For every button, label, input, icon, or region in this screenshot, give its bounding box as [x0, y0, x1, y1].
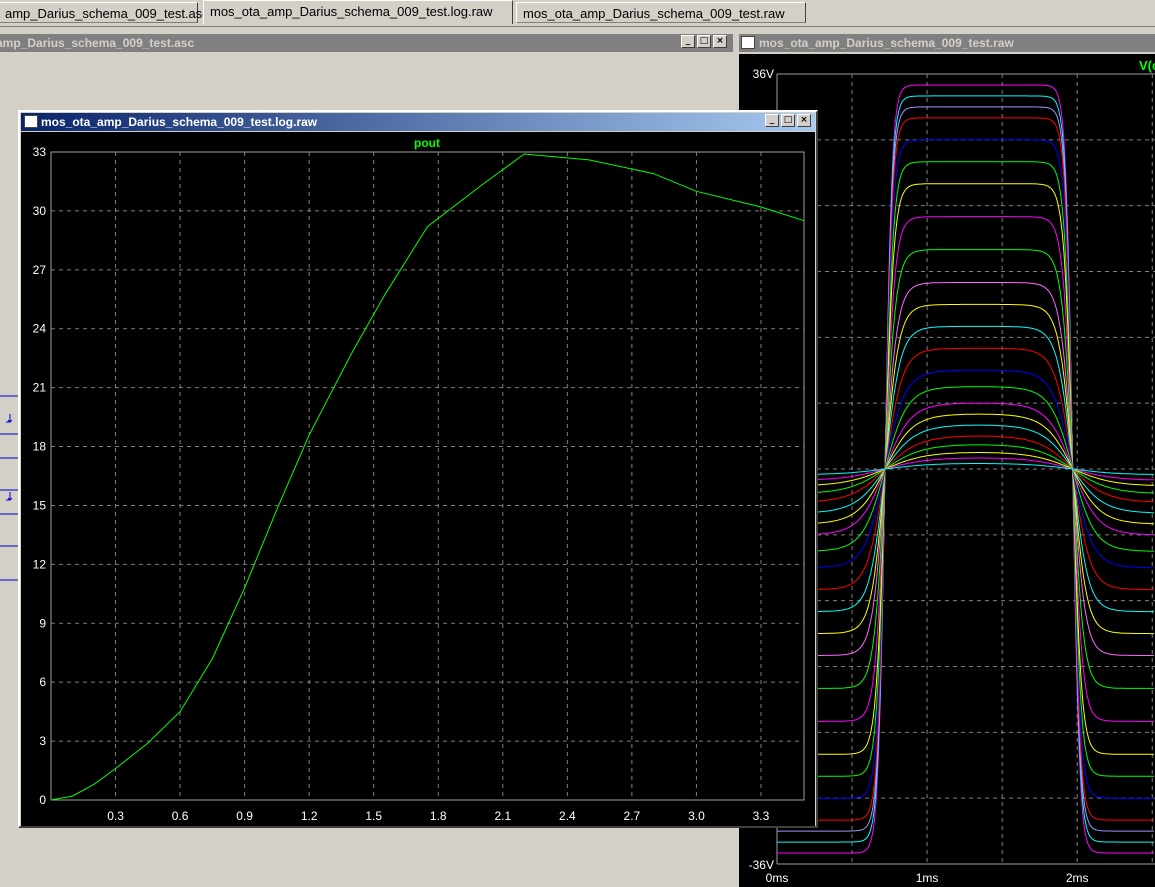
pout-xtick-label: 3.3	[753, 809, 770, 823]
close-button[interactable]: ×	[713, 35, 727, 48]
pout-trace-label: pout	[414, 136, 440, 150]
pout-plot[interactable]: 0 3 6 9 12 15 18 21 24 27 30 33 0.3 0.6 0.9 1.2 1.5 1.8 2…	[21, 132, 815, 826]
tab-schematic[interactable]: amp_Darius_schema_009_test.asc	[0, 2, 209, 23]
waveform-icon[interactable]	[24, 115, 38, 128]
pout-ytick-label: 12	[33, 557, 47, 571]
tab-raw[interactable]: mos_ota_amp_Darius_schema_009_test.raw	[516, 2, 806, 23]
transient-window-titlebar: mos_ota_amp_Darius_schema_009_test.raw	[739, 34, 1155, 52]
minimize-button[interactable]: _	[765, 114, 779, 127]
pout-xtick-label: 0.3	[107, 809, 124, 823]
pout-ytick-label: 0	[39, 793, 46, 807]
pout-ytick-label: 30	[33, 204, 47, 218]
maximize-button[interactable]: □	[781, 114, 795, 127]
pout-window-title: mos_ota_amp_Darius_schema_009_test.log.r…	[41, 115, 318, 129]
pout-ytick-label: 27	[33, 263, 47, 277]
tran-ytick-top: 36V	[753, 67, 774, 81]
pout-ytick-label: 3	[39, 734, 46, 748]
transient-window-title: mos_ota_amp_Darius_schema_009_test.raw	[759, 36, 1014, 50]
pout-window-titlebar: mos_ota_amp_Darius_schema_009_test.log.r…	[21, 113, 815, 131]
pout-xtick-label: 1.2	[301, 809, 318, 823]
tran-trace-label: V(o	[1139, 58, 1155, 73]
waveform-icon[interactable]	[741, 36, 755, 49]
pout-ytick-label: 6	[39, 675, 46, 689]
pout-ytick-label: 9	[39, 616, 46, 630]
tran-xtick-label: 0ms	[766, 871, 789, 885]
pout-ytick-label: 33	[33, 145, 47, 159]
tran-ytick-bottom: -36V	[749, 858, 774, 872]
pout-xtick-label: 2.4	[559, 809, 576, 823]
tran-xtick-label: 1ms	[916, 871, 939, 885]
maximize-button[interactable]: □	[697, 35, 711, 48]
pout-xtick-label: 2.7	[624, 809, 641, 823]
mdi-tab-bar: amp_Darius_schema_009_test.asc mos_ota_a…	[0, 0, 1155, 27]
pout-xtick-label: 1.5	[365, 809, 382, 823]
close-button[interactable]: ×	[797, 114, 811, 127]
pout-xtick-label: 1.8	[430, 809, 447, 823]
pout-xtick-label: 3.0	[688, 809, 705, 823]
pout-ytick-label: 15	[33, 498, 47, 512]
pout-ytick-label: 21	[33, 381, 47, 395]
pout-window: mos_ota_amp_Darius_schema_009_test.log.r…	[18, 110, 818, 828]
schematic-window-title: amp_Darius_schema_009_test.asc	[0, 36, 195, 50]
minimize-button[interactable]: _	[681, 35, 695, 48]
pout-xtick-label: 0.6	[172, 809, 189, 823]
pout-xtick-label: 2.1	[494, 809, 511, 823]
pout-xtick-label: 0.9	[236, 809, 253, 823]
pout-plot-bg	[21, 132, 815, 826]
tab-log-raw[interactable]: mos_ota_amp_Darius_schema_009_test.log.r…	[203, 0, 513, 24]
pout-ytick-label: 24	[33, 322, 47, 336]
pout-ytick-label: 18	[33, 440, 47, 454]
schematic-window-titlebar: amp_Darius_schema_009_test.asc _ □ ×	[0, 34, 733, 52]
tran-xtick-label: 2ms	[1066, 871, 1089, 885]
